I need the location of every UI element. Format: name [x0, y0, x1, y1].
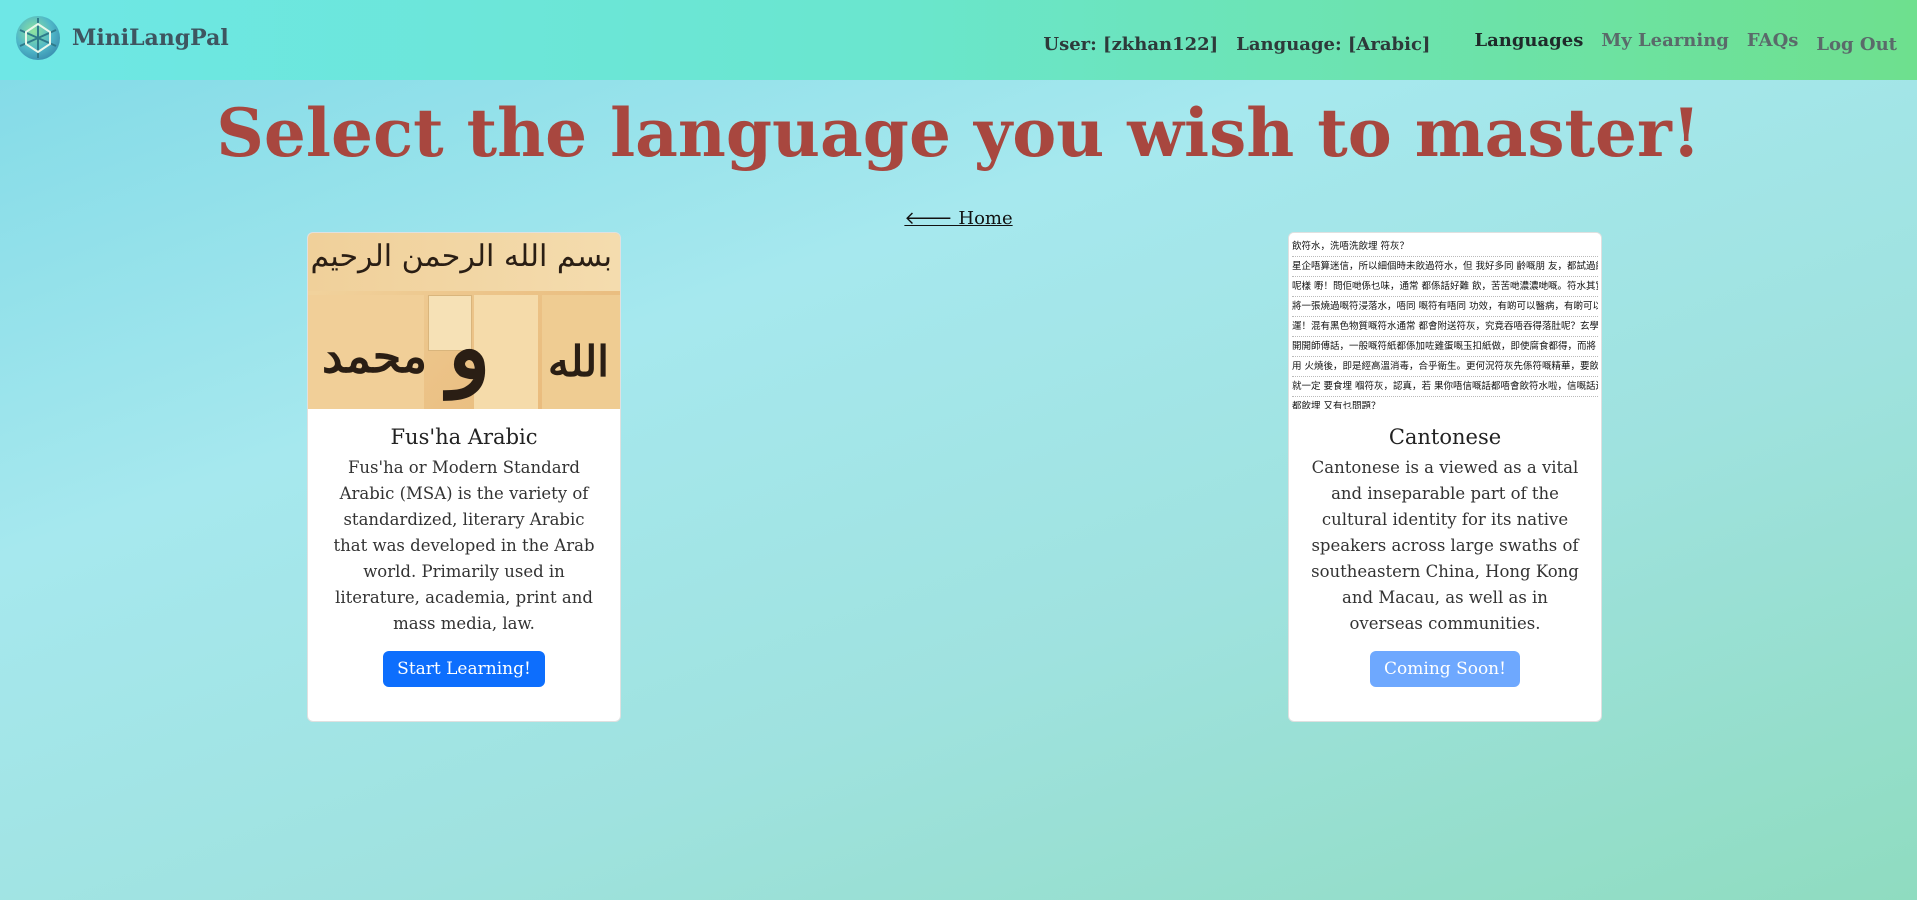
cantonese-text-line: 呢樣 嘢！問佢哋係乜味，通常 都係話好難 飲，苦苦哋濃濃哋嘅。符水其實係	[1292, 277, 1598, 297]
nav-link-faqs[interactable]: FAQs	[1747, 30, 1799, 51]
nav-link-my-learning[interactable]: My Learning	[1601, 30, 1729, 51]
globe-logo-icon	[16, 16, 60, 60]
brand-name: MiniLangPal	[72, 25, 229, 51]
current-user: User: [zkhan122]	[1043, 33, 1219, 55]
card-description: Cantonese is a viewed as a vital and ins…	[1311, 458, 1579, 633]
cantonese-text-line: 開開師傅話，一般嘅符紙都係加咗雞蛋嘅玉扣紙做，即使腐食都得，而將 道符	[1292, 337, 1598, 357]
language-card-arabic: بسم الله الرحمن الرحيم محمد و الله Fus'h…	[307, 232, 621, 722]
start-learning-button[interactable]: Start Learning!	[383, 651, 545, 687]
brand[interactable]: MiniLangPal	[14, 14, 229, 62]
nav-right: User: [zkhan122] Language: [Arabic] Lang…	[1043, 0, 1897, 80]
cantonese-text-line: 將一張燒過嘅符浸落水，唔同 嘅符有唔同 功效，有啲可以醫病，有啲可以改	[1292, 297, 1598, 317]
language-card-cantonese: 飲符水，洗唔洗飲埋 符灰？ 星企唔算迷信，所以細個時未飲過符水，但 我好多同 齡…	[1288, 232, 1602, 722]
card-description: Fus'ha or Modern Standard Arabic (MSA) i…	[333, 458, 595, 633]
nav-link-languages[interactable]: Languages	[1474, 30, 1583, 51]
cantonese-text-line: 就一定 要食埋 嗰符灰，認真，若 果你唔信嘅話都唔會飲符水啦，信嘅話連符灰	[1292, 377, 1598, 397]
card-title: Fus'ha Arabic	[390, 425, 538, 449]
calligraphy-waw: و	[448, 295, 491, 399]
calligraphy-allah: الله	[548, 337, 609, 386]
cantonese-text-line: 用 火燒後，即是經高溫消毒，合乎衛生。更何況符灰先係符嘅精華，要飲符水	[1292, 357, 1598, 377]
cantonese-text-line: 星企唔算迷信，所以細個時未飲過符水，但 我好多同 齡嘅朋 友，都試過飲符水	[1292, 257, 1598, 277]
calligraphy-basmala: بسم الله الرحمن الرحيم	[310, 239, 612, 274]
home-link[interactable]: 🡐 Home	[904, 208, 1012, 229]
coming-soon-button[interactable]: Coming Soon!	[1370, 651, 1520, 687]
cantonese-text-line: 都飲埋 又有乜問題？	[1292, 397, 1598, 409]
navbar: MiniLangPal User: [zkhan122] Language: […	[0, 0, 1917, 80]
card-title: Cantonese	[1388, 425, 1502, 449]
page-title: Select the language you wish to master!	[216, 94, 1701, 172]
current-language: Language: [Arabic]	[1236, 33, 1431, 55]
cantonese-text-line: 運！混有黑色物質嘅符水通常 都會附送符灰，究竟吞唔吞得落肚呢？玄學家方	[1292, 317, 1598, 337]
logout-link[interactable]: Log Out	[1816, 34, 1897, 55]
cantonese-text-image: 飲符水，洗唔洗飲埋 符灰？ 星企唔算迷信，所以細個時未飲過符水，但 我好多同 齡…	[1289, 233, 1601, 409]
home-link-wrapper: 🡐 Home	[0, 208, 1917, 229]
calligraphy-muhammad: محمد	[322, 329, 428, 383]
cantonese-text-line: 飲符水，洗唔洗飲埋 符灰？	[1292, 237, 1598, 257]
arabic-calligraphy-image: بسم الله الرحمن الرحيم محمد و الله	[308, 233, 620, 409]
